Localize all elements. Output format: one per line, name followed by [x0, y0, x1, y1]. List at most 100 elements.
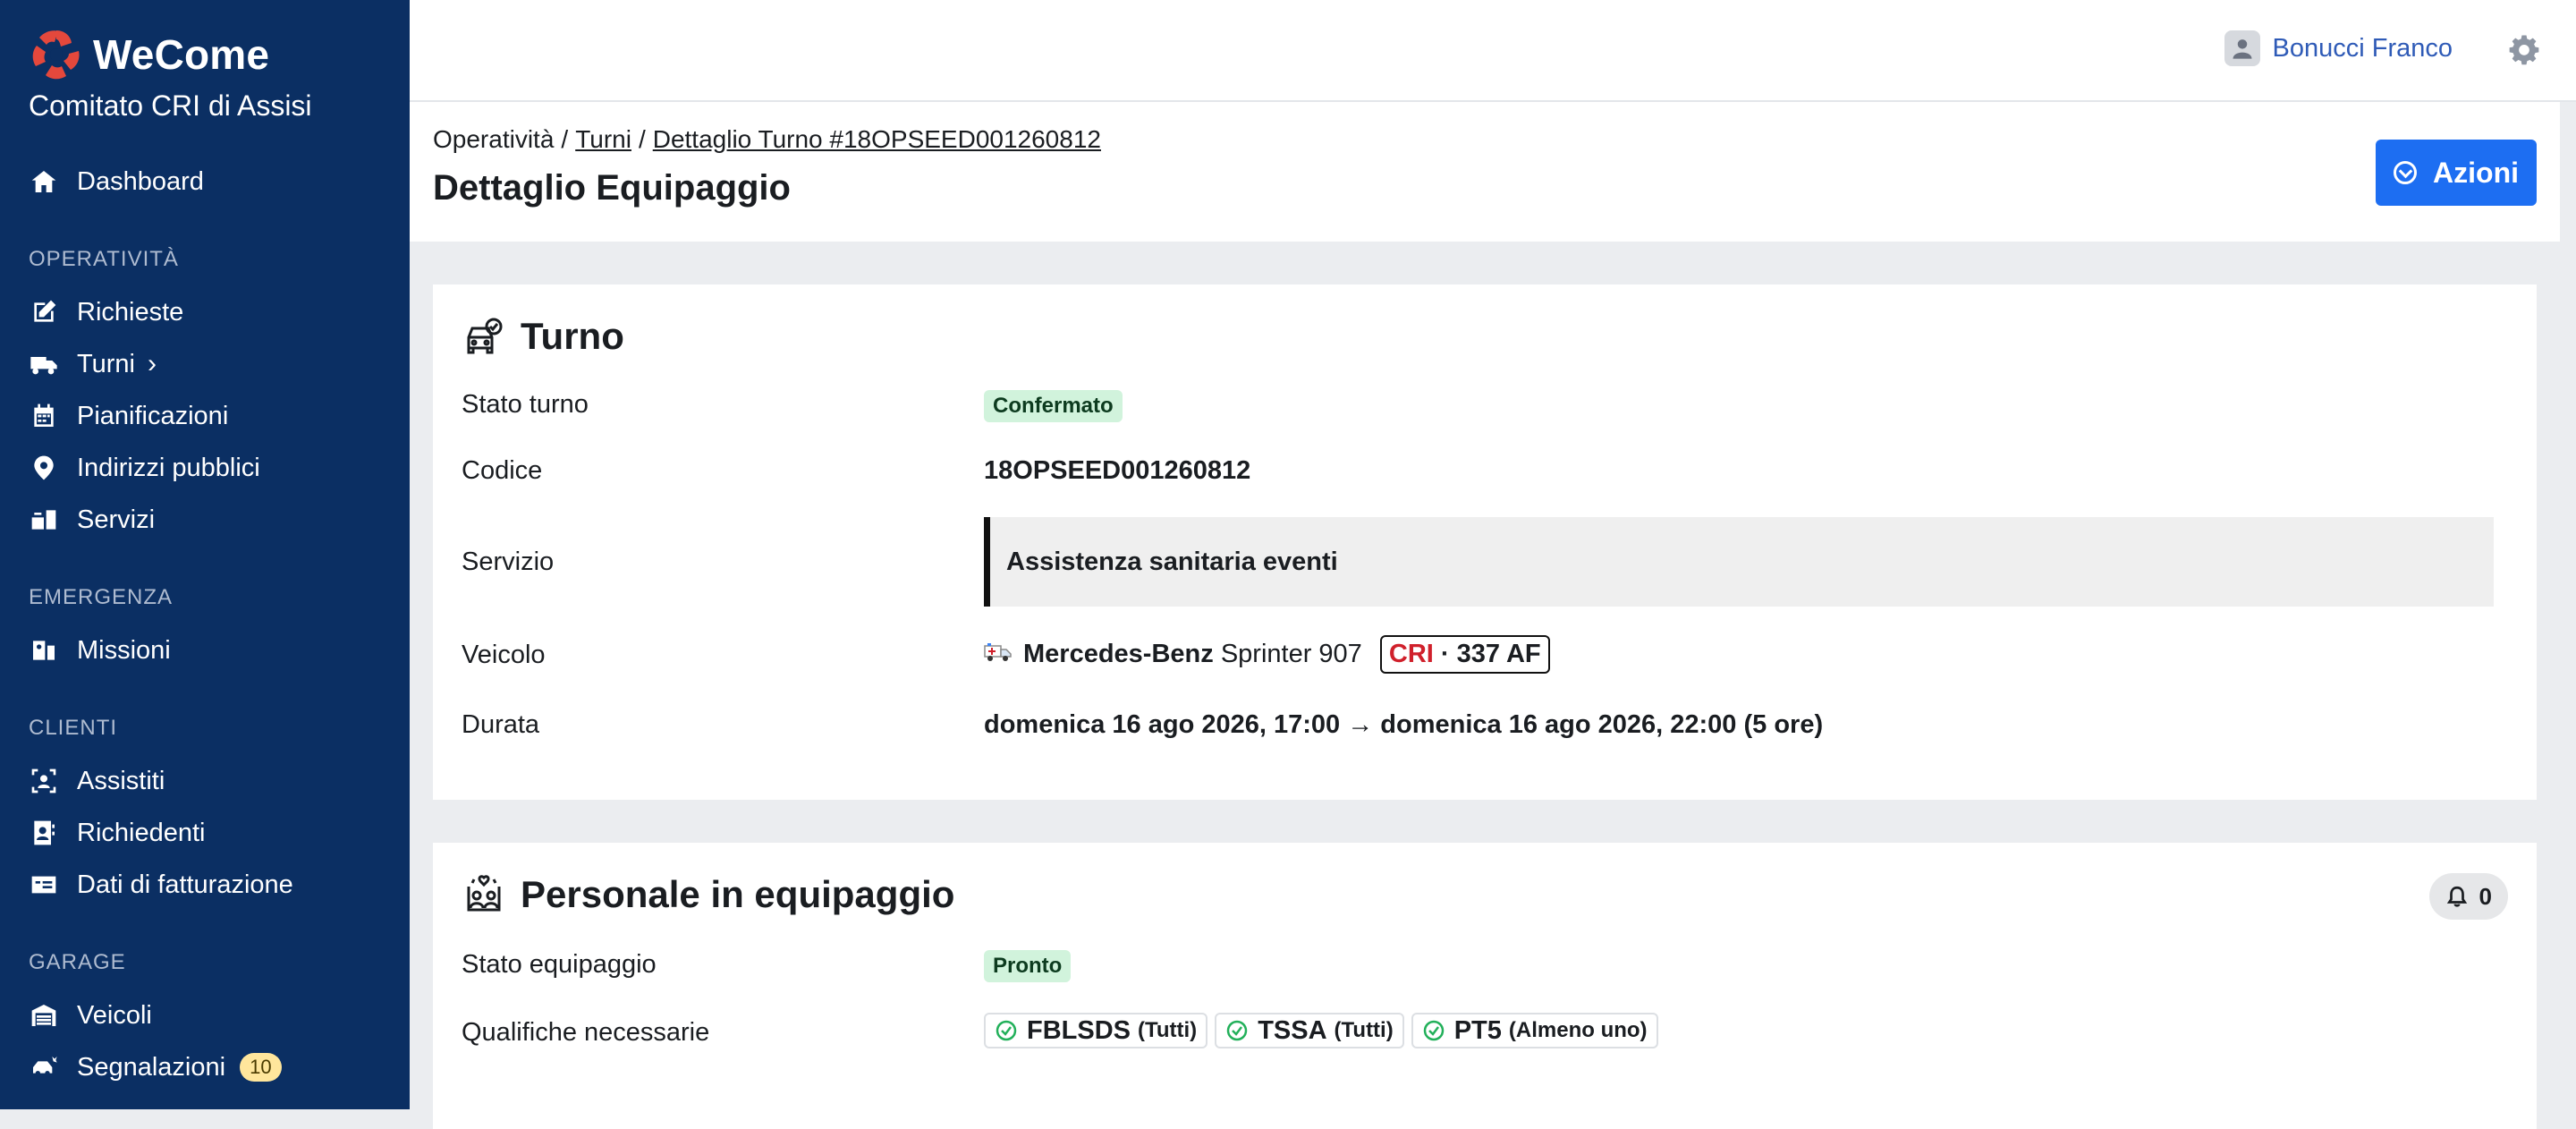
sidebar-item-dashboard[interactable]: Dashboard [29, 159, 204, 204]
actions-button-label: Azioni [2433, 156, 2519, 189]
turno-card: Turno Stato turno Confermato Codice 18OP… [433, 284, 2537, 800]
qualification-scope: (Almeno uno) [1508, 1018, 1648, 1042]
services-icon [29, 505, 59, 535]
sidebar-item-missioni[interactable]: Missioni [29, 628, 171, 673]
notifications-badge[interactable]: 0 [2428, 873, 2508, 920]
billing-card-icon [29, 870, 59, 900]
chevron-right-icon: › [148, 349, 157, 378]
qualifiche-list: FBLSDS (Tutti) TSSA (Tutti) PT5 (Almeno … [984, 1013, 1665, 1048]
user-icon [2233, 39, 2251, 59]
brand: WeCome Comitato CRI di Assisi [29, 27, 312, 123]
status-badge: Confermato [984, 390, 1123, 422]
chevron-down-circle-icon [2394, 161, 2418, 184]
notifications-count: 0 [2479, 882, 2492, 910]
durata-value: domenica 16 ago 2026, 17:00 → domenica 1… [984, 710, 1824, 739]
sidebar-item-label: Richiedenti [77, 818, 206, 847]
check-circle-icon [995, 1019, 1018, 1042]
calendar-icon [29, 401, 59, 431]
sidebar: WeCome Comitato CRI di Assisi Dashboard … [0, 0, 410, 1109]
sidebar-item-label: Veicoli [77, 1000, 152, 1030]
organization-name: Comitato CRI di Assisi [29, 89, 312, 122]
page-title: Dettaglio Equipaggio [433, 168, 791, 208]
servizio-value: Assistenza sanitaria eventi [984, 517, 2494, 607]
veicolo-value: Mercedes-Benz Sprinter 907 CRI · 337 AF [984, 635, 1550, 674]
section-operativita: OPERATIVITÀ [29, 247, 179, 271]
qualification-scope: (Tutti) [1138, 1018, 1198, 1042]
sidebar-item-label: Dati di fatturazione [77, 870, 293, 899]
sidebar-item-label: Segnalazioni [77, 1052, 226, 1082]
veicolo-label: Veicolo [462, 641, 546, 669]
map-pin-icon [29, 453, 59, 483]
sidebar-item-label: Turni [77, 349, 135, 378]
codice-label: Codice [462, 456, 543, 485]
missions-icon [29, 635, 59, 666]
sidebar-item-assistiti[interactable]: Assistiti [29, 759, 165, 803]
ambulance-icon [29, 349, 59, 379]
vehicle-brand: Mercedes-Benz [1023, 640, 1214, 668]
sidebar-item-label: Servizi [77, 505, 156, 534]
sidebar-item-fatturazione[interactable]: Dati di fatturazione [29, 862, 293, 907]
crew-icon [463, 874, 504, 915]
home-icon [29, 166, 59, 197]
section-emergenza: EMERGENZA [29, 585, 174, 609]
breadcrumb-detail-link[interactable]: Dettaglio Turno #18OPSEED001260812 [653, 125, 1101, 153]
sidebar-item-label: Pianificazioni [77, 401, 229, 430]
gear-icon[interactable] [2508, 34, 2540, 66]
stato-equipaggio-value: Pronto [984, 950, 1072, 982]
durata-label: Durata [462, 710, 540, 739]
topbar: Bonucci Franco [410, 0, 2576, 102]
equipaggio-title-text: Personale in equipaggio [521, 873, 955, 915]
sidebar-item-indirizzi[interactable]: Indirizzi pubblici [29, 446, 260, 490]
qualification-chip: PT5 (Almeno uno) [1411, 1013, 1658, 1048]
qualification-chip: TSSA (Tutti) [1215, 1013, 1404, 1048]
sidebar-item-richieste[interactable]: Richieste [29, 290, 183, 335]
sidebar-item-servizi[interactable]: Servizi [29, 497, 155, 542]
wecome-logo-icon [29, 27, 84, 82]
license-plate: CRI · 337 AF [1379, 635, 1550, 674]
servizio-label: Servizio [462, 548, 555, 576]
user-menu[interactable]: Bonucci Franco [2224, 30, 2453, 66]
page-header: Operatività / Turni / Dettaglio Turno #18OPS… [410, 102, 2560, 242]
garage-icon [29, 1000, 59, 1031]
edit-icon [29, 297, 59, 327]
sidebar-item-pianificazioni[interactable]: Pianificazioni [29, 394, 228, 438]
qualification-code: FBLSDS [1027, 1015, 1131, 1045]
people-scan-icon [29, 766, 59, 796]
brand-name: WeCome [93, 31, 270, 78]
qualification-chip: FBLSDS (Tutti) [984, 1013, 1208, 1048]
shift-ambulance-check-icon [463, 316, 504, 357]
sidebar-item-label: Indirizzi pubblici [77, 453, 260, 482]
breadcrumb-turni-link[interactable]: Turni [575, 125, 631, 153]
sidebar-item-label: Richieste [77, 297, 184, 327]
avatar [2224, 30, 2260, 66]
stato-equipaggio-label: Stato equipaggio [462, 950, 657, 979]
sidebar-item-segnalazioni[interactable]: Segnalazioni 10 [29, 1045, 282, 1090]
turno-card-title: Turno [463, 315, 624, 358]
codice-value: 18OPSEED001260812 [984, 456, 1251, 485]
car-crash-icon [29, 1052, 59, 1082]
sidebar-item-richiedenti[interactable]: Richiedenti [29, 811, 205, 855]
equipaggio-card-title: Personale in equipaggio [463, 873, 954, 916]
actions-button[interactable]: Azioni [2376, 140, 2537, 206]
user-name: Bonucci Franco [2272, 33, 2453, 63]
check-circle-icon [1225, 1019, 1249, 1042]
plate-prefix: CRI [1388, 640, 1434, 668]
status-badge: Pronto [984, 950, 1072, 982]
ambulance-icon [984, 641, 1013, 670]
contact-book-icon [29, 818, 59, 848]
qualification-code: TSSA [1258, 1015, 1327, 1045]
breadcrumb-root: Operatività [433, 125, 555, 153]
qualifiche-label: Qualifiche necessarie [462, 1018, 710, 1047]
sidebar-item-veicoli[interactable]: Veicoli [29, 993, 152, 1038]
turno-title-text: Turno [521, 315, 624, 357]
sidebar-item-label: Assistiti [77, 766, 165, 795]
plate-number: · 337 AF [1440, 640, 1541, 668]
check-circle-icon [1422, 1019, 1445, 1042]
vehicle-model: Sprinter 907 [1220, 640, 1362, 668]
qualification-scope: (Tutti) [1334, 1018, 1394, 1042]
section-clienti: CLIENTI [29, 716, 118, 740]
equipaggio-card: Personale in equipaggio 0 Stato equipagg… [433, 843, 2537, 1129]
bell-icon [2446, 886, 2467, 907]
section-garage: GARAGE [29, 950, 126, 974]
sidebar-item-turni[interactable]: Turni › [29, 342, 157, 386]
